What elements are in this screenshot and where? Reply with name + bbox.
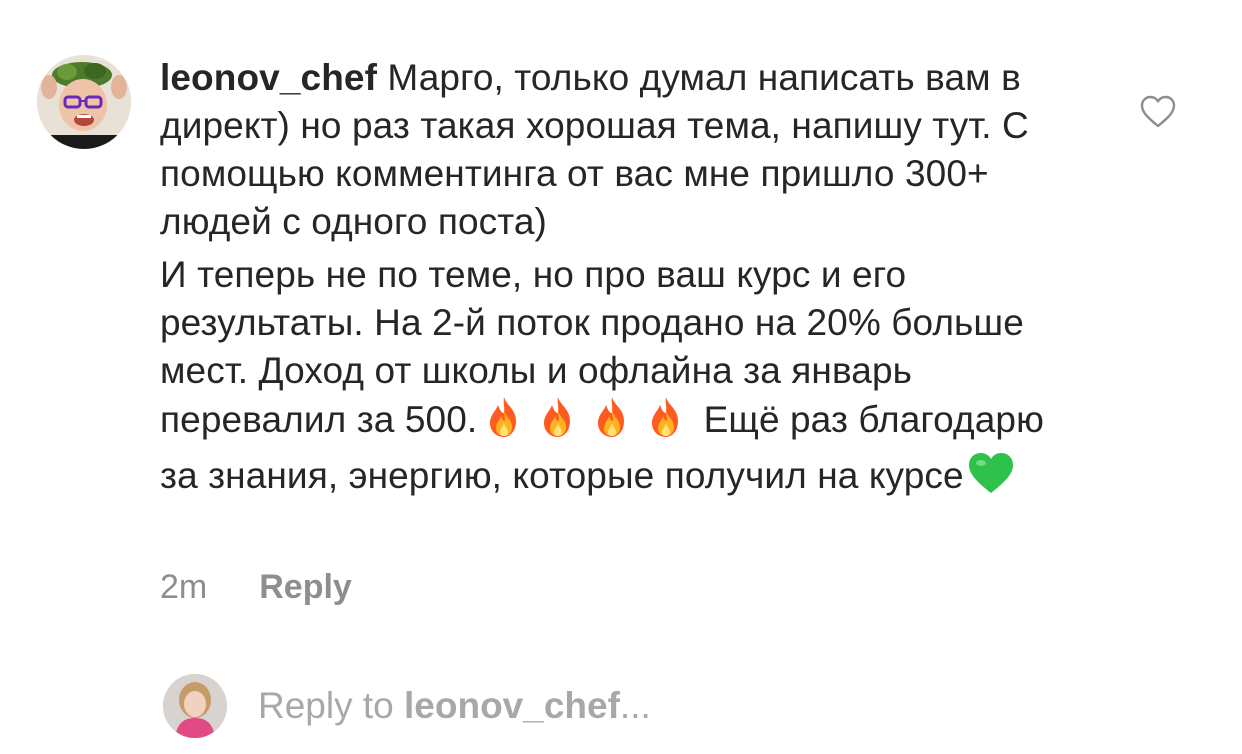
reply-button[interactable]: Reply <box>259 565 352 609</box>
commenter-avatar-image <box>37 55 131 149</box>
current-user-avatar <box>163 674 227 738</box>
fire-emoji <box>534 395 582 451</box>
reply-input-prefix: Reply to <box>258 685 405 726</box>
reply-input[interactable]: Reply to leonov_chef... <box>258 684 651 728</box>
fire-emoji <box>642 395 690 451</box>
reply-input-suffix: ... <box>619 685 651 726</box>
current-user-avatar-image <box>163 674 227 738</box>
like-button[interactable] <box>1140 95 1176 129</box>
reply-input-username: leonov_chef <box>404 685 620 726</box>
reply-bar: Reply to leonov_chef... <box>0 660 1242 754</box>
comment: leonov_chef Марго, только думал написать… <box>0 0 1242 630</box>
heart-outline-icon <box>1140 95 1176 128</box>
comment-text: leonov_chef Марго, только думал написать… <box>160 54 1080 512</box>
comment-username[interactable]: leonov_chef <box>160 57 377 98</box>
comment-meta: 2m Reply <box>160 565 352 609</box>
comment-paragraph-1: leonov_chef Марго, только думал написать… <box>160 54 1080 246</box>
commenter-avatar[interactable] <box>37 55 131 149</box>
fire-emoji <box>480 395 528 451</box>
green-heart-emoji <box>967 451 1015 507</box>
comment-timestamp: 2m <box>160 568 208 606</box>
fire-emoji <box>588 395 636 451</box>
comment-paragraph-2: И теперь не по теме, но про ваш курс и е… <box>160 251 1080 507</box>
